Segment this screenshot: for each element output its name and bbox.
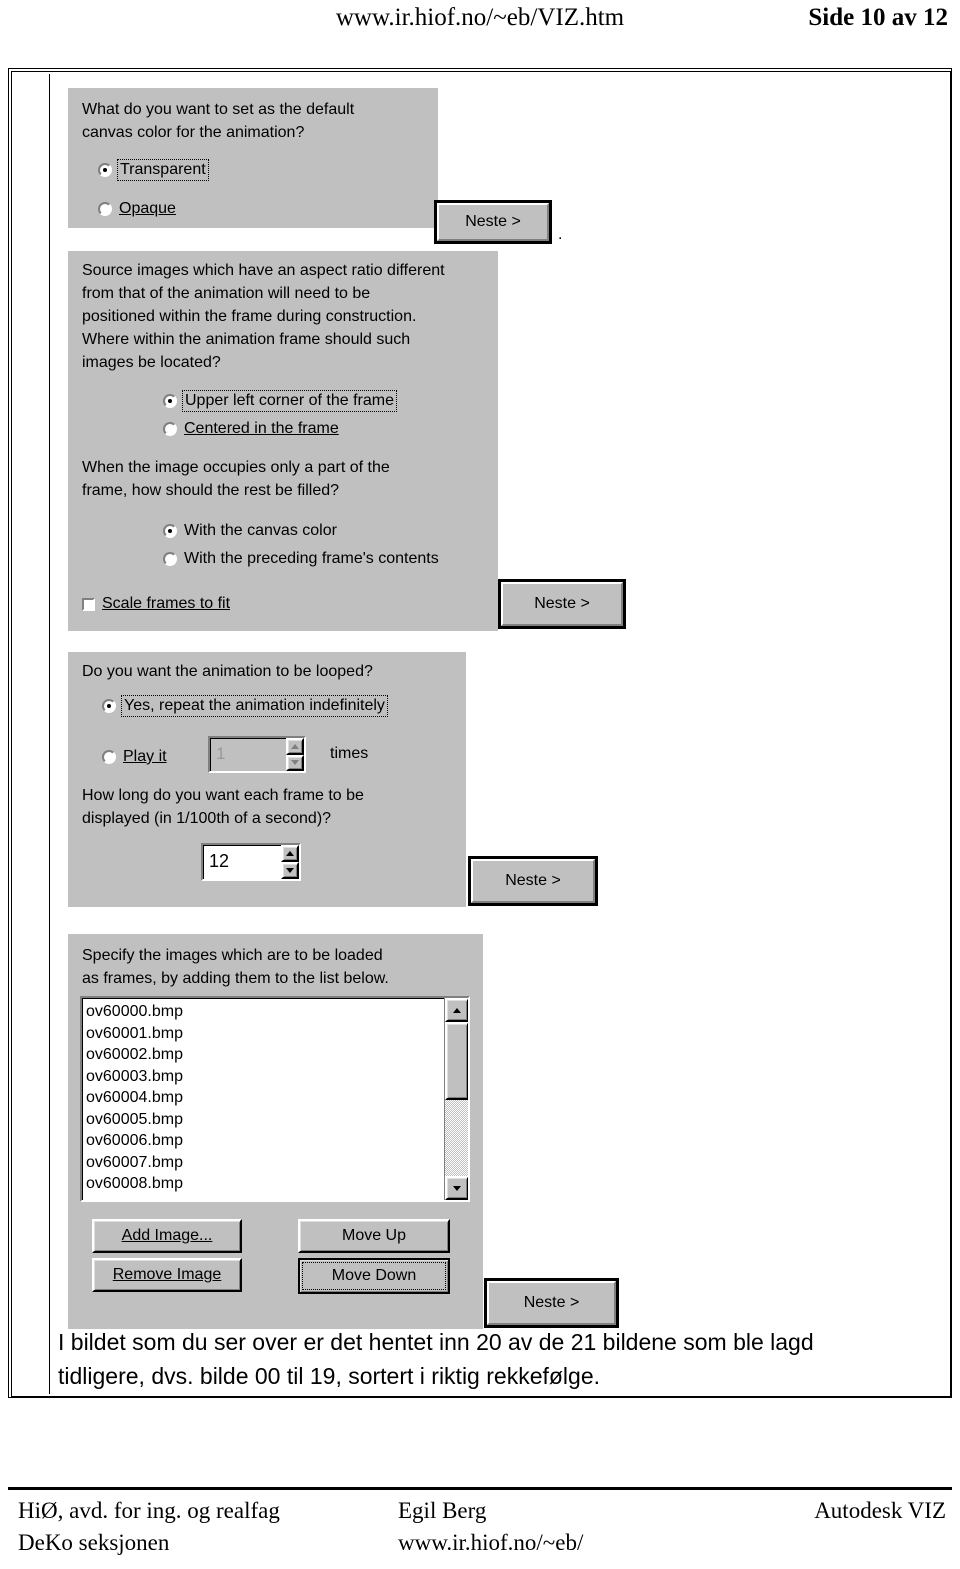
- radio-centered-label: Centered in the frame: [184, 420, 339, 437]
- play-count-spin-up[interactable]: [286, 738, 304, 755]
- move-down-button[interactable]: Move Down: [298, 1258, 450, 1294]
- images-question: Specify the images which are to be loade…: [82, 947, 389, 987]
- radio-opaque-label: Opaque: [119, 200, 176, 217]
- radio-upper-left-indicator: [163, 394, 177, 408]
- radio-preceding-frame-label: With the preceding frame's contents: [184, 550, 439, 567]
- list-item[interactable]: ov60003.bmp: [86, 1066, 468, 1088]
- radio-preceding-frame-indicator: [163, 552, 177, 566]
- image-list[interactable]: ov60000.bmp ov60001.bmp ov60002.bmp ov60…: [80, 996, 470, 1202]
- radio-play-count-label: Play it: [123, 748, 167, 765]
- list-item[interactable]: ov60004.bmp: [86, 1087, 468, 1109]
- radio-opaque[interactable]: Opaque: [98, 196, 176, 222]
- move-down-button-label: Move Down: [331, 1267, 417, 1284]
- radio-repeat-indefinitely[interactable]: Yes, repeat the animation indefinitely: [102, 693, 388, 719]
- image-list-items[interactable]: ov60000.bmp ov60001.bmp ov60002.bmp ov60…: [82, 998, 468, 1195]
- list-item[interactable]: ov60000.bmp: [86, 1001, 468, 1023]
- left-margin-column: [14, 74, 50, 1394]
- positioning-question: Source images which have an aspect ratio…: [82, 262, 445, 371]
- list-item[interactable]: ov60002.bmp: [86, 1044, 468, 1066]
- list-item[interactable]: ov60001.bmp: [86, 1023, 468, 1045]
- scale-frames-checkbox-indicator: [82, 597, 95, 611]
- remove-image-button-label: Remove Image: [112, 1266, 222, 1283]
- next-button-1[interactable]: Neste >: [434, 200, 552, 244]
- panel-frame-positioning: Source images which have an aspect ratio…: [68, 251, 498, 631]
- list-item[interactable]: ov60005.bmp: [86, 1109, 468, 1131]
- radio-centered-indicator: [163, 422, 177, 436]
- add-image-button[interactable]: Add Image...: [92, 1219, 242, 1253]
- panel-looping: Do you want the animation to be looped? …: [68, 652, 466, 907]
- main-content-column: What do you want to set as the default c…: [56, 74, 946, 1392]
- radio-repeat-label: Yes, repeat the animation indefinitely: [121, 695, 388, 717]
- play-count-value: 1: [216, 744, 226, 763]
- radio-canvas-color[interactable]: With the canvas color: [163, 518, 337, 544]
- next-button-4-label: Neste >: [523, 1294, 580, 1311]
- radio-transparent[interactable]: Transparent: [98, 157, 209, 183]
- scroll-down-arrow-icon[interactable]: [445, 1176, 468, 1200]
- radio-canvas-color-label: With the canvas color: [184, 522, 337, 539]
- radio-centered[interactable]: Centered in the frame: [163, 416, 339, 442]
- radio-preceding-frame[interactable]: With the preceding frame's contents: [163, 546, 439, 572]
- trailing-period: .: [558, 226, 563, 243]
- radio-play-count[interactable]: Play it: [102, 744, 167, 770]
- next-button-4[interactable]: Neste >: [484, 1278, 619, 1328]
- move-up-button-label: Move Up: [341, 1227, 407, 1244]
- move-up-button[interactable]: Move Up: [298, 1219, 450, 1253]
- list-item[interactable]: ov60008.bmp: [86, 1173, 468, 1195]
- scale-frames-label: Scale frames to fit: [102, 595, 231, 612]
- panel-canvas-color: What do you want to set as the default c…: [68, 88, 438, 228]
- radio-play-count-indicator: [102, 750, 116, 764]
- radio-opaque-indicator: [98, 202, 112, 216]
- play-count-spin-buttons[interactable]: [286, 738, 304, 771]
- play-count-spin-down[interactable]: [286, 754, 304, 771]
- footer-right-line1: Autodesk VIZ: [814, 1498, 946, 1523]
- play-count-suffix: times: [330, 745, 369, 762]
- page-header: www.ir.hiof.no/~eb/VIZ.htm Side 10 av 12: [0, 0, 960, 44]
- frame-delay-question: How long do you want each frame to be di…: [82, 787, 364, 827]
- scrollbar-thumb[interactable]: [445, 1022, 468, 1100]
- play-count-spinner[interactable]: 1: [208, 736, 306, 773]
- looping-question: Do you want the animation to be looped?: [82, 663, 373, 680]
- body-paragraph: I bildet som du ser over er det hentet i…: [58, 1329, 814, 1389]
- remove-image-button[interactable]: Remove Image: [92, 1258, 242, 1292]
- content-frame: What do you want to set as the default c…: [8, 68, 952, 1398]
- radio-upper-left-label: Upper left corner of the frame: [182, 390, 397, 412]
- radio-transparent-label: Transparent: [117, 159, 209, 181]
- frame-delay-spin-buttons[interactable]: [281, 845, 299, 879]
- next-button-2[interactable]: Neste >: [498, 579, 626, 629]
- frame-delay-value: 12: [209, 851, 230, 871]
- page-footer: HiØ, avd. for ing. og realfag Egil Berg …: [8, 1487, 952, 1563]
- footer-left-line2: DeKo seksjonen: [18, 1530, 170, 1555]
- frame-delay-spinner[interactable]: 12: [201, 843, 301, 881]
- panel-images: Specify the images which are to be loade…: [68, 934, 483, 1329]
- scroll-up-arrow-icon[interactable]: [445, 998, 468, 1022]
- checkbox-scale-frames[interactable]: Scale frames to fit: [82, 591, 230, 617]
- fill-question: When the image occupies only a part of t…: [82, 459, 390, 499]
- image-list-scrollbar[interactable]: [444, 998, 468, 1200]
- radio-upper-left-corner[interactable]: Upper left corner of the frame: [163, 388, 397, 414]
- list-item[interactable]: ov60007.bmp: [86, 1152, 468, 1174]
- canvas-color-question: What do you want to set as the default c…: [82, 101, 355, 141]
- next-button-3-label: Neste >: [505, 872, 561, 889]
- frame-delay-spin-up[interactable]: [281, 845, 299, 862]
- radio-canvas-color-indicator: [163, 524, 177, 538]
- add-image-button-label: Add Image...: [121, 1227, 213, 1244]
- radio-repeat-indicator: [102, 699, 116, 713]
- header-page-number: Side 10 av 12: [808, 4, 948, 31]
- next-button-1-label: Neste >: [465, 213, 521, 230]
- list-item[interactable]: ov60006.bmp: [86, 1130, 468, 1152]
- footer-left-line1: HiØ, avd. for ing. og realfag: [18, 1498, 280, 1523]
- next-button-3[interactable]: Neste >: [468, 856, 598, 906]
- footer-mid-line2: www.ir.hiof.no/~eb/: [398, 1530, 584, 1555]
- footer-mid-line1: Egil Berg: [398, 1498, 487, 1523]
- frame-delay-spin-down[interactable]: [281, 862, 299, 879]
- next-button-2-label: Neste >: [534, 595, 590, 612]
- radio-transparent-indicator: [98, 163, 112, 177]
